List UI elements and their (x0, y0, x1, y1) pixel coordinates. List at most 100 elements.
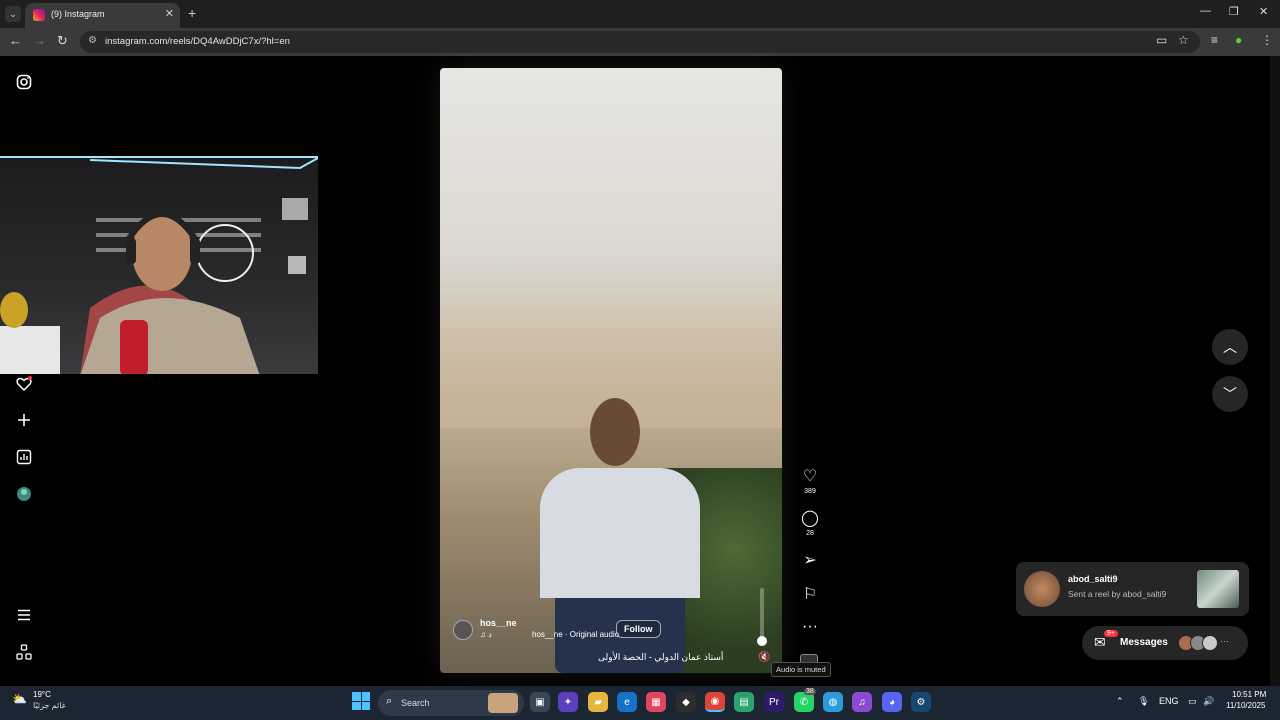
site-info-icon[interactable]: ⚙ (88, 35, 97, 46)
comment-button[interactable]: ◯ 28 (800, 508, 820, 537)
discord-icon[interactable]: ◕ (882, 692, 902, 712)
edge-icon[interactable]: e (617, 692, 637, 712)
weather-description[interactable]: غائم جزئيًا (33, 701, 66, 710)
microphone-icon[interactable]: 🎙 (1138, 696, 1149, 707)
also-from-meta-icon[interactable] (14, 642, 34, 662)
file-explorer-icon[interactable]: ▰ (588, 692, 608, 712)
profile-icon[interactable]: ● (1235, 33, 1242, 47)
language-indicator[interactable]: ENG (1159, 696, 1179, 706)
profile-avatar-icon[interactable] (14, 484, 34, 504)
forward-button[interactable]: → (33, 33, 46, 48)
heart-icon: ♡ (802, 468, 818, 485)
url-text[interactable]: instagram.com/reels/DQ4AwDDjC7x/?hl=en (105, 36, 290, 47)
mute-speaker-icon[interactable]: 🔇 (758, 652, 770, 663)
tab-search-icon[interactable]: ⌄ (5, 6, 21, 22)
messenger-app-icon[interactable]: ◍ (823, 692, 843, 712)
messenger-icon: ✉ (1094, 634, 1106, 650)
search-icon: ⌕ (386, 695, 393, 707)
message-notification[interactable]: abod_salti9 Sent a reel by abod_salti9 (1016, 562, 1249, 616)
muted-tooltip: Audio is muted (771, 662, 831, 677)
start-button[interactable] (352, 692, 370, 710)
notifications-heart-icon[interactable] (14, 374, 34, 394)
dashboard-chart-icon[interactable] (14, 447, 34, 467)
whatsapp-badge: 38 (804, 688, 816, 695)
back-button[interactable]: ← (9, 33, 22, 48)
follow-button[interactable]: Follow (616, 620, 661, 638)
comment-icon: ◯ (801, 510, 819, 527)
address-bar[interactable]: ⚙ instagram.com/reels/DQ4AwDDjC7x/?hl=en (80, 31, 1200, 53)
chevron-up-icon: ︿ (1223, 339, 1237, 355)
reload-button[interactable]: ↻ (57, 33, 68, 49)
notification-avatar (1024, 571, 1060, 607)
whatsapp-icon[interactable]: ✆ (794, 692, 814, 712)
restore-button[interactable]: ❐ (1229, 5, 1239, 18)
like-count: 389 (804, 488, 816, 495)
browser-menu-icon[interactable]: ⋮ (1261, 33, 1273, 47)
reel-author-avatar[interactable] (453, 620, 473, 640)
instagram-page: hos__ne ♫ د hos__ne · Original audio Fol… (0, 56, 1280, 686)
install-app-icon[interactable]: ▭ (1156, 33, 1167, 47)
bookmark-icon: ⚐ (802, 586, 818, 603)
reel-music-label[interactable]: ♫ د (480, 630, 492, 639)
taskbar-search[interactable]: ⌕ Search (378, 690, 524, 716)
more-menu-icon[interactable] (14, 605, 34, 625)
share-button[interactable]: ➢ (800, 550, 820, 570)
app-icon[interactable]: ◆ (676, 692, 696, 712)
task-view-icon[interactable]: ▣ (530, 692, 550, 712)
instagram-logo-icon[interactable] (14, 72, 34, 92)
steam-icon[interactable]: ⚙ (911, 692, 931, 712)
reel-video[interactable]: hos__ne ♫ د hos__ne · Original audio Fol… (440, 68, 782, 673)
app-icon-green[interactable]: ▤ (734, 692, 754, 712)
create-plus-icon[interactable] (14, 410, 34, 430)
store-icon[interactable]: ▦ (646, 692, 666, 712)
instagram-favicon-icon (33, 9, 45, 21)
messages-label: Messages (1120, 637, 1168, 648)
reel-username[interactable]: hos__ne (480, 618, 517, 628)
volume-slider-handle[interactable] (757, 636, 767, 646)
weather-temperature[interactable]: 19°C (33, 690, 51, 699)
media-control-icon[interactable]: ≡ (1211, 33, 1218, 47)
messages-button[interactable]: ✉ 9+ Messages ··· (1082, 626, 1248, 660)
reel-caption: أستاذ عمان الدولي - الحصة الأولى (598, 652, 724, 662)
message-avatars: ··· (1178, 635, 1238, 651)
copilot-icon[interactable]: ✦ (558, 692, 578, 712)
weather-cloud-icon[interactable]: ⛅ (12, 692, 30, 708)
premiere-icon[interactable]: Pr (764, 692, 784, 712)
page-scrollbar[interactable] (1270, 56, 1280, 686)
messages-badge: 9+ (1104, 630, 1118, 637)
bookmark-star-icon[interactable]: ☆ (1178, 33, 1189, 47)
network-icon[interactable]: ▭ (1188, 696, 1197, 707)
save-button[interactable]: ⚐ (800, 584, 820, 604)
previous-reel-button[interactable]: ︿ (1212, 329, 1248, 365)
chevron-down-icon: ﹀ (1223, 386, 1237, 402)
search-label: Search (401, 698, 430, 708)
next-reel-button[interactable]: ﹀ (1212, 376, 1248, 412)
volume-icon[interactable]: 🔊 (1203, 696, 1214, 707)
clock-date[interactable]: 11/10/2025 (1226, 701, 1265, 710)
avatar (1202, 635, 1218, 651)
browser-toolbar: ← → ↻ ⚙ instagram.com/reels/DQ4AwDDjC7x/… (0, 28, 1280, 56)
tab-close-icon[interactable]: ✕ (165, 7, 174, 20)
reel-audio-label[interactable]: hos__ne · Original audio (532, 630, 619, 639)
new-tab-button[interactable]: + (188, 5, 196, 21)
close-window-button[interactable]: ✕ (1259, 5, 1268, 18)
tab-title: (9) Instagram (51, 9, 105, 19)
browser-tab-strip: ⌄ (9) Instagram ✕ + — ❐ ✕ (0, 0, 1280, 28)
show-hidden-icons[interactable]: ⌃ (1116, 696, 1124, 707)
more-options-button[interactable]: ··· (800, 618, 820, 636)
windows-taskbar: ⛅ 19°C غائم جزئيًا ⌕ Search ▣ ✦ ▰ e ▦ ◆ … (0, 686, 1280, 720)
tab-instagram[interactable]: (9) Instagram ✕ (25, 3, 180, 28)
chrome-icon[interactable]: ◉ (705, 692, 725, 712)
like-button[interactable]: ♡ 389 (800, 466, 820, 495)
volume-slider[interactable] (760, 588, 764, 640)
clock-time[interactable]: 10:51 PM (1232, 690, 1266, 699)
webcam-overlay (0, 156, 318, 374)
comment-count: 28 (806, 530, 814, 537)
music-icon[interactable]: ♫ (852, 692, 872, 712)
minimize-button[interactable]: — (1200, 5, 1211, 17)
more-dots-icon: ··· (1220, 636, 1229, 646)
notification-reel-thumbnail (1197, 570, 1239, 608)
more-dots-icon: ··· (802, 618, 818, 635)
notification-text: Sent a reel by abod_salti9 (1068, 589, 1167, 599)
notification-sender: abod_salti9 (1068, 574, 1118, 584)
